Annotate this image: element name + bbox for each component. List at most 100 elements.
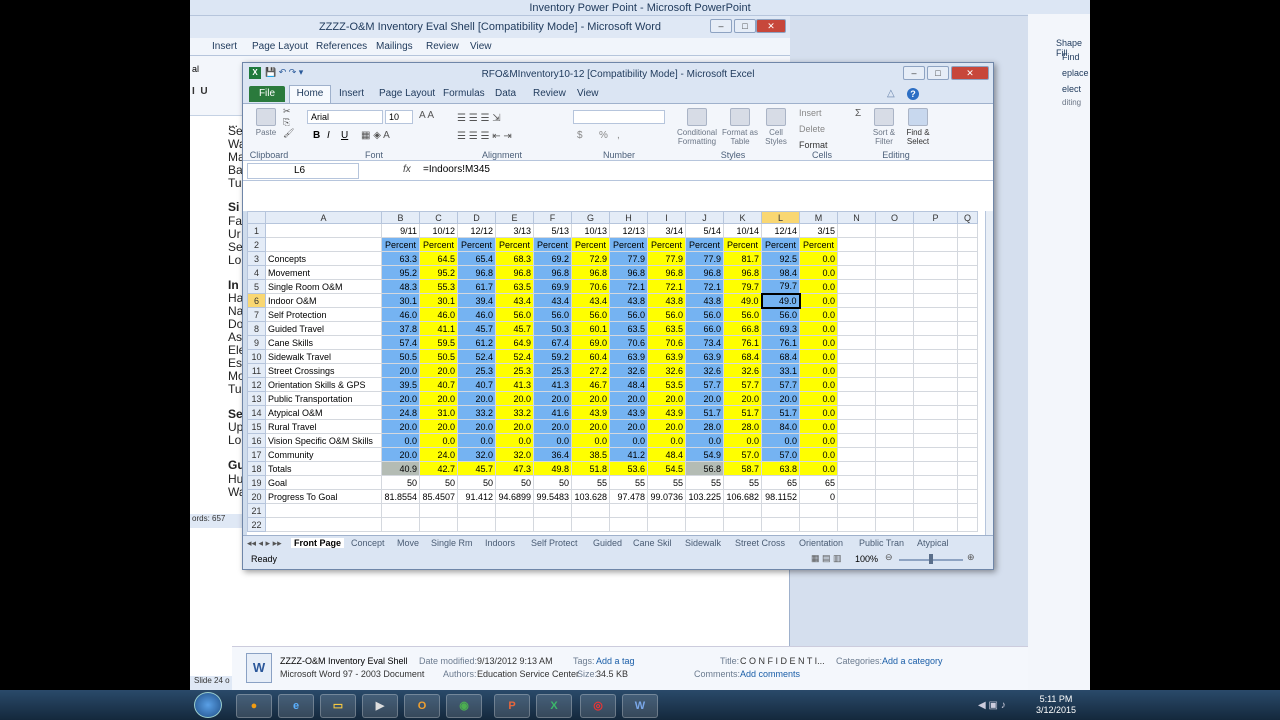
cell[interactable]: 81.7 [723, 251, 762, 266]
cell[interactable] [957, 517, 978, 532]
bold-button[interactable]: B [313, 130, 320, 141]
cell[interactable]: 68.4 [723, 349, 762, 364]
cell[interactable]: 61.7 [457, 279, 496, 294]
cell[interactable]: 50 [419, 475, 458, 490]
cell[interactable]: 43.9 [609, 405, 648, 420]
cell[interactable]: 51.7 [685, 405, 724, 420]
word-tab-insert[interactable]: Insert [212, 41, 237, 52]
cell[interactable] [875, 223, 914, 238]
cell[interactable]: 96.8 [533, 265, 572, 280]
cell[interactable] [495, 517, 534, 532]
cell[interactable] [913, 503, 958, 518]
cell[interactable]: 96.8 [609, 265, 648, 280]
column-header[interactable]: J [685, 211, 724, 224]
cell[interactable]: 56.0 [685, 307, 724, 322]
ppt-find[interactable]: Find [1062, 52, 1080, 62]
cell[interactable]: 33.2 [457, 405, 496, 420]
cell[interactable] [837, 321, 876, 336]
find-select-button[interactable]: Find & Select [901, 108, 935, 146]
cell[interactable]: Cane Skills [265, 335, 382, 350]
cell[interactable]: Self Protection [265, 307, 382, 322]
cell[interactable] [837, 391, 876, 406]
column-header[interactable]: N [837, 211, 876, 224]
row-header[interactable]: 3 [247, 251, 266, 266]
cell[interactable]: 32.6 [647, 363, 686, 378]
cell[interactable] [913, 223, 958, 238]
cell[interactable]: 56.0 [761, 307, 800, 322]
cell[interactable] [957, 321, 978, 336]
cell[interactable]: 76.1 [761, 335, 800, 350]
cell[interactable]: 20.0 [609, 391, 648, 406]
sheet-tab-public-tran[interactable]: Public Tran [859, 538, 904, 548]
cell[interactable]: 63.5 [647, 321, 686, 336]
cell[interactable]: 41.3 [495, 377, 534, 392]
cell[interactable]: 20.0 [457, 391, 496, 406]
cell[interactable]: 43.8 [685, 293, 724, 308]
tab-page-layout[interactable]: Page Layout [379, 88, 435, 99]
cell[interactable]: 55 [609, 475, 648, 490]
cell[interactable]: 20.0 [571, 391, 610, 406]
name-box[interactable]: L6 [247, 163, 359, 179]
cell[interactable]: 77.9 [685, 251, 724, 266]
sheet-tab-street-cross[interactable]: Street Cross [735, 538, 785, 548]
row-header[interactable]: 6 [247, 293, 266, 308]
cell[interactable]: 70.6 [647, 335, 686, 350]
cell[interactable]: 48.3 [381, 279, 420, 294]
row-header[interactable]: 20 [247, 489, 266, 504]
cell[interactable]: 39.4 [457, 293, 496, 308]
cell[interactable]: 50 [457, 475, 496, 490]
cell[interactable]: 69.2 [533, 251, 572, 266]
cell[interactable]: 66.0 [685, 321, 724, 336]
cell[interactable]: 0.0 [799, 391, 838, 406]
cell[interactable]: 0.0 [799, 377, 838, 392]
cell[interactable]: 0.0 [799, 405, 838, 420]
cell[interactable]: 70.6 [609, 335, 648, 350]
cell[interactable] [685, 517, 724, 532]
cell[interactable]: 20.0 [647, 419, 686, 434]
cell[interactable]: Percent [381, 237, 420, 252]
column-header[interactable]: L [761, 211, 800, 224]
cell[interactable]: 0.0 [647, 433, 686, 448]
cell[interactable]: 0.0 [495, 433, 534, 448]
cell[interactable]: 69.0 [571, 335, 610, 350]
cell[interactable] [913, 335, 958, 350]
cell[interactable]: 77.9 [647, 251, 686, 266]
cell[interactable] [957, 489, 978, 504]
cell[interactable]: Percent [457, 237, 496, 252]
ribbon-minimize-icon[interactable]: △ [887, 88, 895, 99]
cell[interactable]: 27.2 [571, 363, 610, 378]
cell[interactable] [913, 363, 958, 378]
cell[interactable]: 42.7 [419, 461, 458, 476]
excel-taskbar-icon[interactable]: X [536, 694, 572, 718]
cell[interactable] [837, 237, 876, 252]
row-header[interactable]: 15 [247, 419, 266, 434]
cell[interactable]: Progress To Goal [265, 489, 382, 504]
cell[interactable]: 68.3 [495, 251, 534, 266]
cell[interactable]: 49.0 [760, 292, 801, 309]
cell[interactable]: Percent [723, 237, 762, 252]
details-comments-value[interactable]: Add comments [740, 669, 800, 679]
cell[interactable]: 60.4 [571, 349, 610, 364]
cell[interactable] [875, 419, 914, 434]
cell[interactable]: 64.5 [419, 251, 458, 266]
column-header[interactable]: Q [957, 211, 978, 224]
app-taskbar-icon[interactable]: ◎ [580, 694, 616, 718]
cell[interactable]: Single Room O&M [265, 279, 382, 294]
paste-button[interactable]: Paste [251, 108, 281, 137]
cell[interactable]: Orientation Skills & GPS [265, 377, 382, 392]
comma-button[interactable]: , [617, 130, 620, 141]
cell[interactable]: 0.0 [799, 461, 838, 476]
firefox-taskbar-icon[interactable]: ● [236, 694, 272, 718]
cell[interactable]: 41.2 [609, 447, 648, 462]
cell[interactable]: 52.4 [495, 349, 534, 364]
cell[interactable]: 63.9 [647, 349, 686, 364]
currency-button[interactable]: $ [577, 130, 583, 141]
cell[interactable]: 103.628 [571, 489, 610, 504]
sheet-tab-indoors[interactable]: Indoors [485, 538, 515, 548]
cell[interactable]: 12/14 [761, 223, 800, 238]
column-header[interactable]: I [647, 211, 686, 224]
cell[interactable]: 20.0 [723, 391, 762, 406]
vertical-scrollbar[interactable] [985, 211, 993, 535]
cell[interactable] [761, 503, 800, 518]
tab-home[interactable]: Home [289, 85, 331, 103]
